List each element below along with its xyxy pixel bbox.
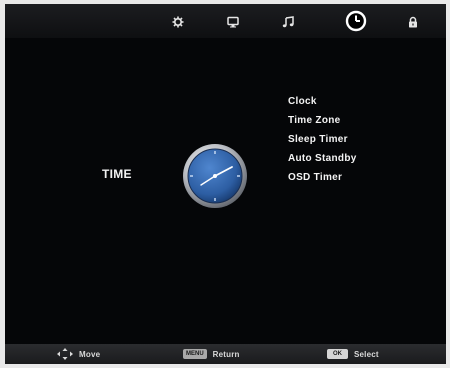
page-title: TIME: [102, 167, 132, 181]
clock-illustration: [181, 142, 249, 210]
osd-screen: TIME Clock Time Zone Sleep Timer Auto St…: [5, 4, 446, 364]
help-bar: Move MENU Return OK Select: [5, 344, 446, 364]
clock-icon: [345, 10, 367, 32]
tab-sound[interactable]: [278, 12, 298, 32]
tab-time[interactable]: [345, 10, 367, 32]
four-way-arrows-icon: [57, 348, 73, 360]
hint-move: Move: [57, 344, 100, 364]
tab-lock[interactable]: [403, 12, 423, 32]
menu-item-time-zone[interactable]: Time Zone: [288, 114, 357, 133]
hint-return: MENU Return: [183, 344, 240, 364]
menu-item-sleep-timer[interactable]: Sleep Timer: [288, 133, 357, 152]
return-hint-label: Return: [212, 349, 240, 359]
tab-picture-settings[interactable]: [168, 12, 188, 32]
lock-icon: [409, 16, 417, 28]
gear-icon: [172, 16, 184, 28]
tab-screen[interactable]: [223, 12, 243, 32]
menu-tab-bar: [5, 4, 446, 38]
monitor-icon: [227, 16, 239, 28]
analog-clock-icon: [183, 144, 247, 208]
move-hint-label: Move: [79, 349, 101, 359]
select-hint-label: Select: [354, 349, 379, 359]
menu-item-osd-timer[interactable]: OSD Timer: [288, 171, 357, 190]
music-note-icon: [282, 16, 294, 28]
menu-key-icon: MENU: [183, 349, 207, 359]
ok-key-icon: OK: [327, 349, 348, 359]
time-menu-list: Clock Time Zone Sleep Timer Auto Standby…: [288, 95, 357, 190]
menu-item-auto-standby[interactable]: Auto Standby: [288, 152, 357, 171]
menu-item-clock[interactable]: Clock: [288, 95, 357, 114]
hint-select: OK Select: [327, 344, 379, 364]
